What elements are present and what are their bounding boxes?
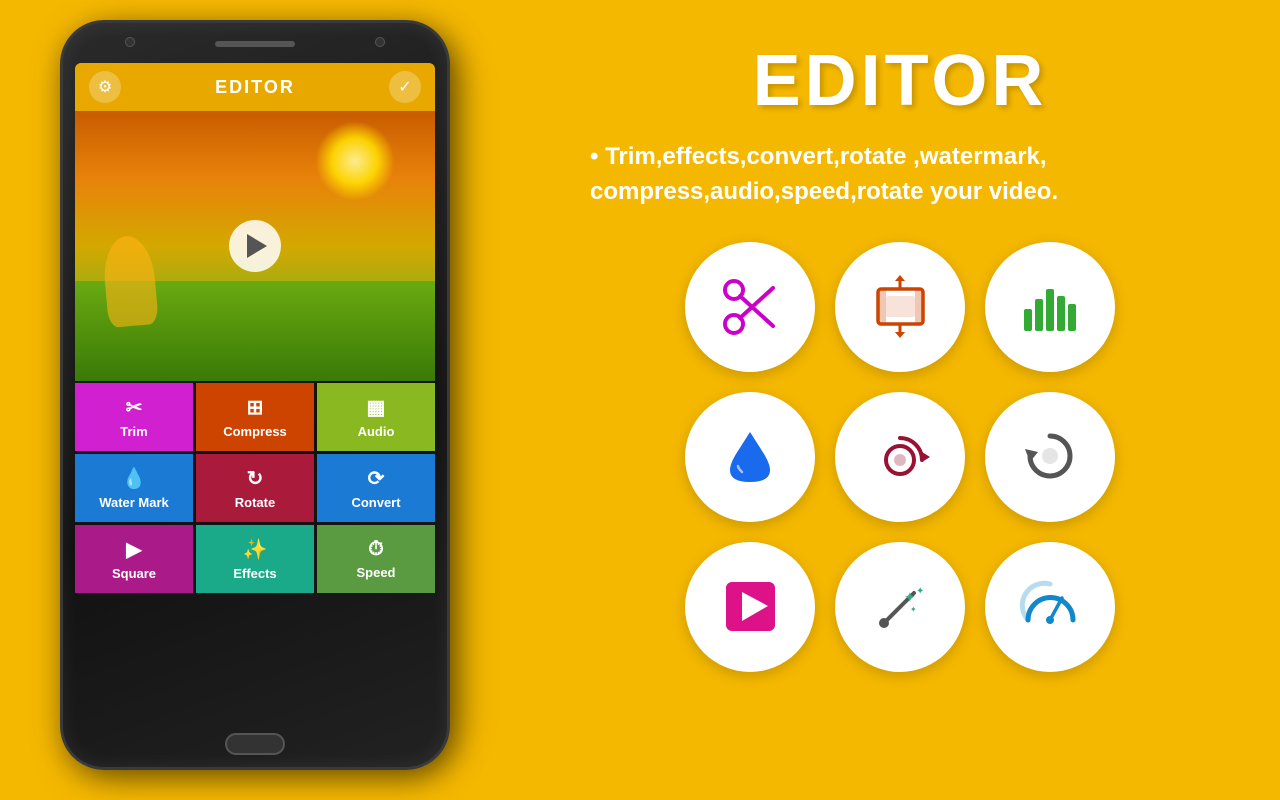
check-icon[interactable]: ✓ bbox=[389, 71, 421, 103]
speed-label: Speed bbox=[356, 565, 395, 580]
compress-btn-icon: ⊞ bbox=[247, 395, 264, 420]
play-icon bbox=[718, 574, 783, 639]
trim-btn-icon: ✂ bbox=[126, 395, 143, 420]
watermark-label: Water Mark bbox=[99, 495, 169, 510]
rotate-label: Rotate bbox=[235, 495, 275, 510]
speed-button[interactable]: ⏱ Speed bbox=[317, 525, 435, 593]
rotate-circle[interactable] bbox=[835, 392, 965, 522]
video-preview[interactable] bbox=[75, 111, 435, 381]
watermark-circle[interactable] bbox=[685, 392, 815, 522]
phone-speaker bbox=[215, 41, 295, 47]
square-btn-icon: ▶ bbox=[126, 537, 141, 562]
trim-label: Trim bbox=[120, 424, 147, 439]
convert-circle[interactable] bbox=[985, 392, 1115, 522]
convert-button[interactable]: ⟳ Convert bbox=[317, 454, 435, 522]
figure-silhouette bbox=[101, 234, 159, 328]
right-panel: EDITOR • Trim,effects,convert,rotate ,wa… bbox=[530, 0, 1270, 800]
front-cam-right bbox=[375, 37, 385, 47]
audio-icon bbox=[1018, 274, 1083, 339]
rotate-cam-icon bbox=[868, 424, 933, 489]
phone-container: ⚙ EDITOR ✓ ✂ Trim ⊞ Compress ▦ bbox=[60, 20, 480, 780]
trim-button[interactable]: ✂ Trim bbox=[75, 383, 193, 451]
sun-glow bbox=[315, 121, 395, 201]
watermark-btn-icon: 💧 bbox=[122, 466, 147, 491]
phone-body: ⚙ EDITOR ✓ ✂ Trim ⊞ Compress ▦ bbox=[60, 20, 450, 770]
play-button[interactable] bbox=[229, 220, 281, 272]
convert-label: Convert bbox=[351, 495, 400, 510]
effects-button[interactable]: ✨ Effects bbox=[196, 525, 314, 593]
topbar-title: EDITOR bbox=[215, 77, 295, 98]
rotate-button[interactable]: ↻ Rotate bbox=[196, 454, 314, 522]
compress-icon bbox=[868, 274, 933, 339]
speed-circle[interactable] bbox=[985, 542, 1115, 672]
phone-buttons-grid: ✂ Trim ⊞ Compress ▦ Audio 💧 Water Mark ↻… bbox=[75, 383, 435, 593]
square-circle[interactable] bbox=[685, 542, 815, 672]
compress-button[interactable]: ⊞ Compress bbox=[196, 383, 314, 451]
convert-icon bbox=[1018, 424, 1083, 489]
play-triangle bbox=[247, 234, 267, 258]
feature-text: • Trim,effects,convert,rotate ,watermark… bbox=[590, 140, 1210, 210]
feature-line2: compress,audio,speed,rotate your video. bbox=[590, 178, 1058, 205]
speed-icon bbox=[1018, 574, 1083, 639]
audio-label: Audio bbox=[358, 424, 395, 439]
effects-circle[interactable]: ✦ ✦ ✦ bbox=[835, 542, 965, 672]
svg-text:✦: ✦ bbox=[916, 586, 924, 597]
feature-line1: • Trim,effects,convert,rotate ,watermark… bbox=[590, 143, 1047, 170]
svg-text:✦: ✦ bbox=[910, 605, 917, 614]
waterdrop-icon bbox=[718, 424, 783, 489]
home-button[interactable] bbox=[225, 733, 285, 755]
scissors-icon bbox=[718, 274, 783, 339]
settings-icon[interactable]: ⚙ bbox=[89, 71, 121, 103]
convert-btn-icon: ⟳ bbox=[368, 466, 385, 491]
audio-circle[interactable] bbox=[985, 242, 1115, 372]
audio-btn-icon: ▦ bbox=[367, 395, 386, 420]
rotate-btn-icon: ↻ bbox=[247, 466, 264, 491]
icon-grid: ✦ ✦ ✦ bbox=[685, 242, 1115, 672]
editor-title: EDITOR bbox=[753, 40, 1048, 122]
phone-topbar: ⚙ EDITOR ✓ bbox=[75, 63, 435, 111]
watermark-button[interactable]: 💧 Water Mark bbox=[75, 454, 193, 522]
square-button[interactable]: ▶ Square bbox=[75, 525, 193, 593]
effects-label: Effects bbox=[233, 566, 276, 581]
svg-text:✦: ✦ bbox=[904, 589, 916, 605]
effects-icon: ✦ ✦ ✦ bbox=[868, 574, 933, 639]
compress-circle[interactable] bbox=[835, 242, 965, 372]
effects-btn-icon: ✨ bbox=[243, 537, 268, 562]
compress-label: Compress bbox=[223, 424, 287, 439]
square-label: Square bbox=[112, 566, 156, 581]
speed-btn-icon: ⏱ bbox=[368, 538, 384, 561]
audio-button[interactable]: ▦ Audio bbox=[317, 383, 435, 451]
front-cam-left bbox=[125, 37, 135, 47]
trim-circle[interactable] bbox=[685, 242, 815, 372]
